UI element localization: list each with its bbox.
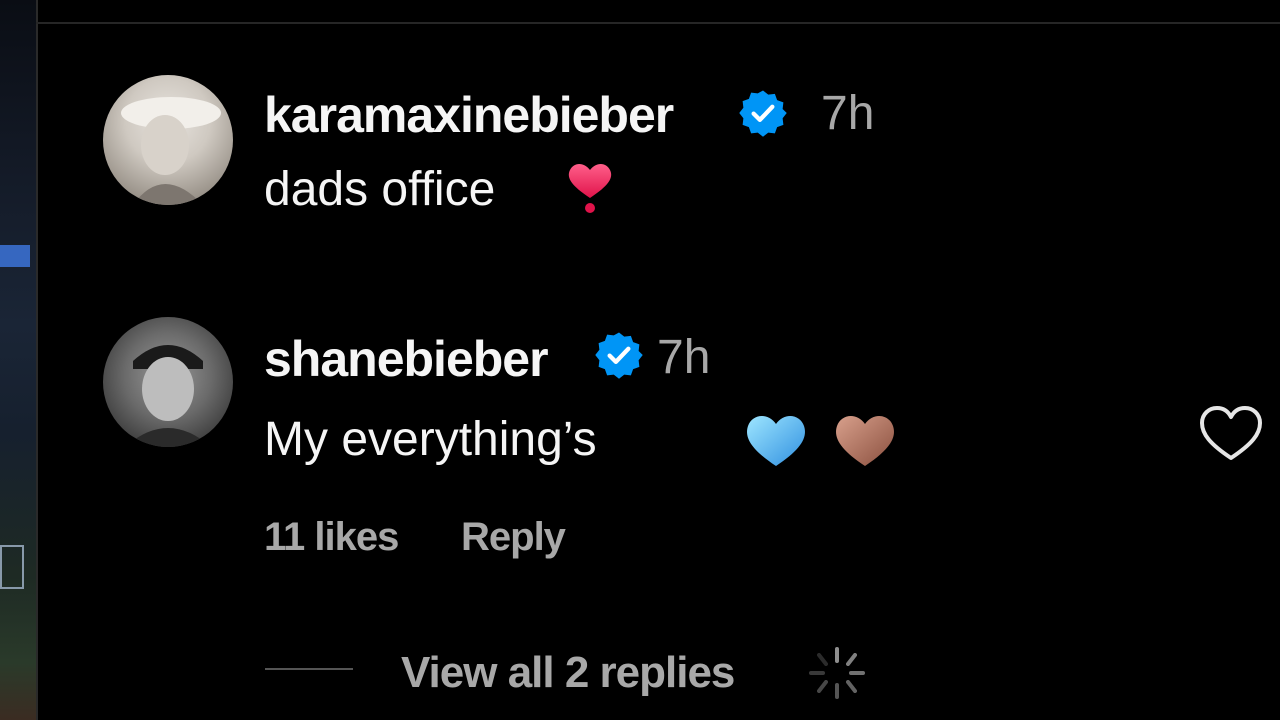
- avatar[interactable]: [103, 75, 233, 205]
- verified-badge-icon: [595, 332, 643, 379]
- comment-username[interactable]: karamaxinebieber: [264, 86, 674, 144]
- comment-text: My everything’s: [264, 413, 597, 466]
- light-blue-heart-icon: [747, 415, 805, 466]
- top-divider: [36, 22, 1280, 24]
- avatar-image: [121, 97, 221, 205]
- comment-timestamp: 7h: [821, 87, 875, 140]
- pink-heart-exclamation-icon: [568, 164, 612, 213]
- strip-outline: [0, 545, 24, 589]
- reply-button[interactable]: Reply: [461, 515, 566, 560]
- background-video-strip: [0, 0, 38, 720]
- comment-timestamp: 7h: [657, 331, 711, 384]
- strip-badge: [0, 245, 30, 267]
- comment-text: dads office: [264, 163, 496, 216]
- brown-heart-icon: [836, 415, 894, 466]
- verified-badge-icon: [739, 90, 787, 137]
- comment-username[interactable]: shanebieber: [264, 330, 549, 388]
- replies-divider: [265, 668, 353, 670]
- avatar-image: [125, 345, 211, 447]
- like-count[interactable]: 11 likes: [264, 515, 399, 560]
- avatar[interactable]: [103, 317, 233, 447]
- view-replies-button[interactable]: View all 2 replies: [401, 648, 735, 698]
- like-heart-icon[interactable]: [1198, 404, 1264, 464]
- loading-spinner-icon: [809, 647, 865, 699]
